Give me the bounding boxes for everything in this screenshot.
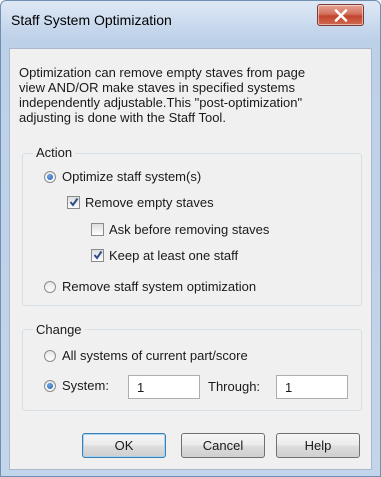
change-legend: Change: [33, 322, 85, 337]
ask-before-removing-checkbox[interactable]: Ask before removing staves: [91, 222, 269, 237]
description-line: Optimization can remove empty staves fro…: [19, 65, 306, 80]
action-legend: Action: [33, 145, 76, 160]
keep-one-label: Keep at least one staff: [109, 248, 239, 263]
description-line: adjusting is done with the Staff Tool.: [19, 110, 226, 125]
description-line: independently adjustable.This "post-opti…: [19, 95, 303, 110]
remove-empty-label: Remove empty staves: [85, 195, 214, 210]
all-systems-radio[interactable]: All systems of current part/score: [44, 348, 248, 363]
remove-empty-staves-checkbox[interactable]: Remove empty staves: [67, 195, 214, 210]
remove-optimization-label: Remove staff system optimization: [62, 279, 257, 294]
help-button[interactable]: Help: [276, 433, 360, 458]
radio-selected-icon: [44, 170, 56, 183]
checkbox-checked-icon: [67, 196, 80, 209]
checkbox-unchecked-icon: [91, 223, 104, 236]
checkbox-checked-icon: [91, 249, 104, 262]
radio-unselected-icon: [44, 280, 56, 293]
dialog-title: Staff System Optimization: [11, 12, 172, 28]
optimize-label: Optimize staff system(s): [62, 169, 202, 184]
optimize-staff-system-radio[interactable]: Optimize staff system(s): [44, 169, 201, 184]
keep-one-staff-checkbox[interactable]: Keep at least one staff: [91, 248, 238, 263]
system-radio[interactable]: System:: [44, 378, 109, 393]
close-icon: [334, 9, 348, 22]
remove-optimization-radio[interactable]: Remove staff system optimization: [44, 279, 256, 294]
system-end-input[interactable]: 1: [276, 375, 348, 399]
dialog-window: Staff System Optimization Optimization c…: [0, 0, 381, 477]
ok-button[interactable]: OK: [82, 433, 166, 458]
cancel-button[interactable]: Cancel: [181, 433, 265, 458]
description-line: view AND/OR make staves in specified sys…: [19, 80, 295, 95]
all-systems-label: All systems of current part/score: [62, 348, 248, 363]
system-label: System:: [62, 378, 109, 393]
ask-before-label: Ask before removing staves: [109, 222, 270, 237]
through-label: Through:: [208, 379, 261, 394]
system-start-input[interactable]: 1: [128, 375, 200, 399]
title-bar[interactable]: Staff System Optimization: [1, 1, 380, 39]
description-text: Optimization can remove empty staves fro…: [19, 65, 369, 125]
radio-unselected-icon: [44, 349, 56, 362]
radio-selected-icon: [44, 379, 56, 392]
close-button[interactable]: [317, 4, 364, 26]
